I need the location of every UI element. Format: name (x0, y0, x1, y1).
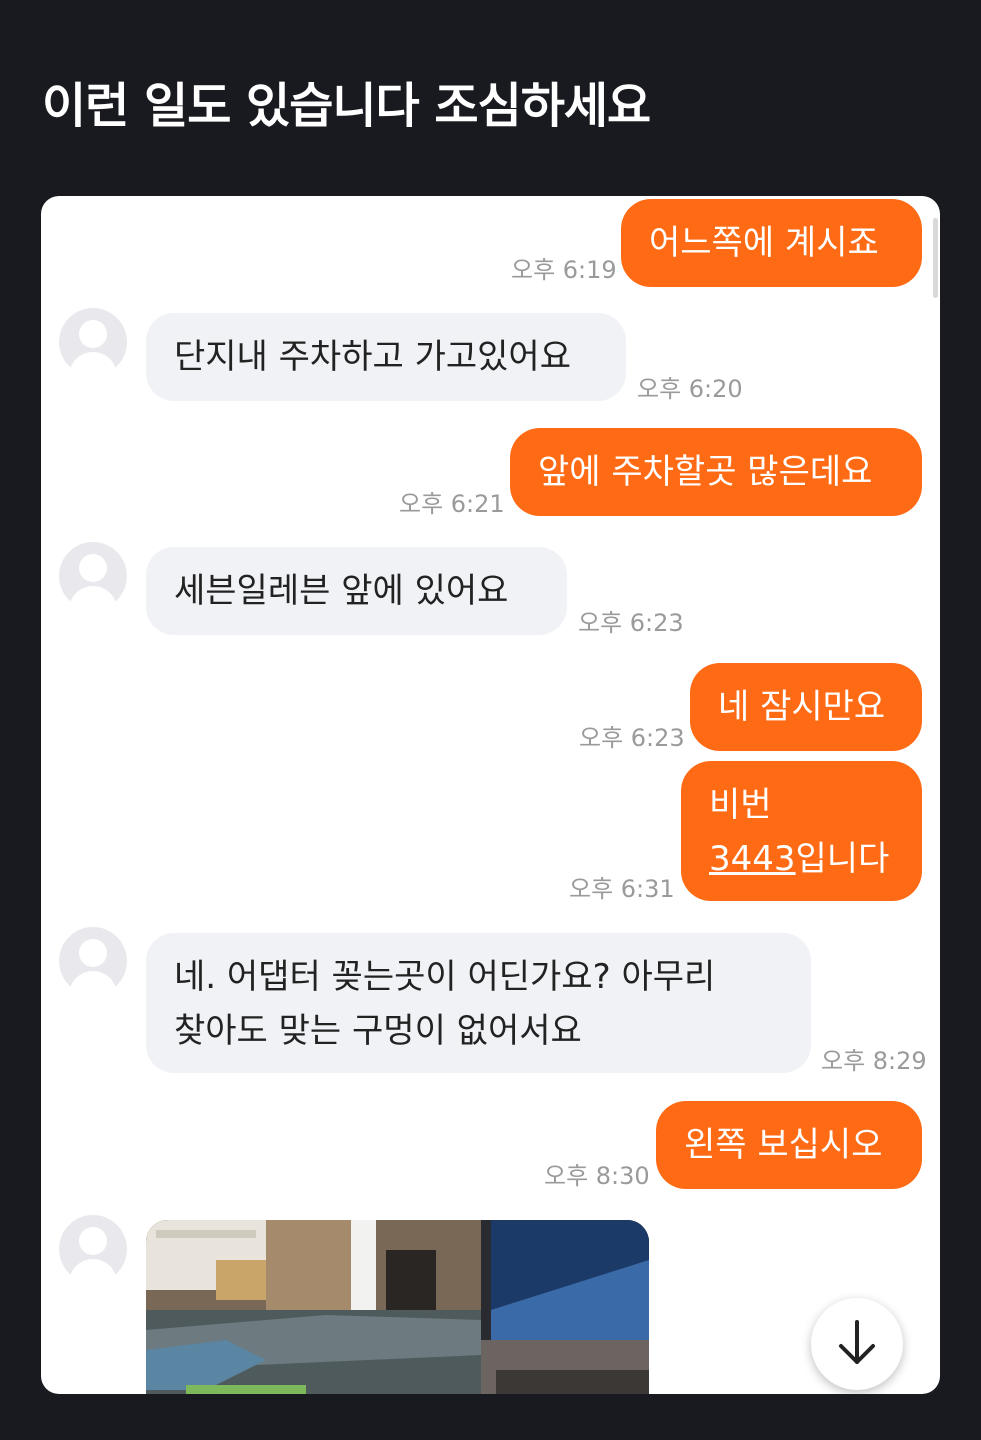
incoming-message-bubble: 단지내 주차하고 가고있어요 (146, 313, 626, 401)
outgoing-message-bubble: 비번 3443입니다 (681, 761, 922, 901)
message-text: 단지내 주차하고 가고있어요 (174, 337, 571, 377)
arrow-down-icon (839, 1320, 875, 1364)
outgoing-message-bubble: 왼쪽 보십시오 (656, 1101, 922, 1189)
message-text: 앞에 주차할곳 많은데요 (538, 452, 873, 492)
message-text: 어느쪽에 계시죠 (649, 223, 879, 263)
message-text: 왼쪽 보십시오 (684, 1125, 883, 1165)
message-timestamp: 오후 6:21 (399, 490, 505, 518)
outgoing-message-bubble: 어느쪽에 계시죠 (621, 199, 922, 287)
message-timestamp: 오후 6:20 (637, 375, 743, 403)
message-text: 입니다 (795, 839, 890, 879)
message-text: 세븐일레븐 앞에 있어요 (174, 571, 509, 611)
outgoing-message-bubble: 네 잠시만요 (690, 663, 922, 751)
outgoing-message-bubble: 앞에 주차할곳 많은데요 (510, 428, 922, 516)
message-timestamp: 오후 6:31 (569, 875, 675, 903)
passcode-link[interactable]: 3443 (709, 839, 796, 879)
message-timestamp: 오후 8:29 (821, 1047, 927, 1075)
post-title: 이런 일도 있습니다 조심하세요 (42, 78, 651, 134)
profile-avatar-icon[interactable] (59, 1215, 127, 1283)
message-text: 네 잠시만요 (718, 687, 886, 727)
chat-screenshot: 어느쪽에 계시죠 오후 6:19 단지내 주차하고 가고있어요 오후 6:20 … (41, 196, 940, 1394)
message-text: 비번 (709, 785, 772, 825)
message-text: 네. 어댑터 꽂는곳이 어딘가요? 아무리 (174, 957, 716, 997)
incoming-message-bubble: 세븐일레븐 앞에 있어요 (146, 547, 567, 635)
profile-avatar-icon[interactable] (59, 542, 127, 610)
message-timestamp: 오후 6:23 (578, 609, 684, 637)
scroll-down-button[interactable] (811, 1298, 903, 1390)
message-timestamp: 오후 6:19 (511, 256, 617, 284)
message-timestamp: 오후 6:23 (579, 724, 685, 752)
photo-message[interactable] (146, 1220, 649, 1394)
message-timestamp: 오후 8:30 (544, 1162, 650, 1190)
message-text: 찾아도 맞는 구멍이 없어서요 (174, 1011, 582, 1051)
profile-avatar-icon[interactable] (59, 927, 127, 995)
photo-image (146, 1220, 649, 1394)
profile-avatar-icon[interactable] (59, 308, 127, 376)
incoming-message-bubble: 네. 어댑터 꽂는곳이 어딘가요? 아무리 찾아도 맞는 구멍이 없어서요 (146, 933, 811, 1073)
scrollbar-thumb[interactable] (933, 218, 938, 298)
